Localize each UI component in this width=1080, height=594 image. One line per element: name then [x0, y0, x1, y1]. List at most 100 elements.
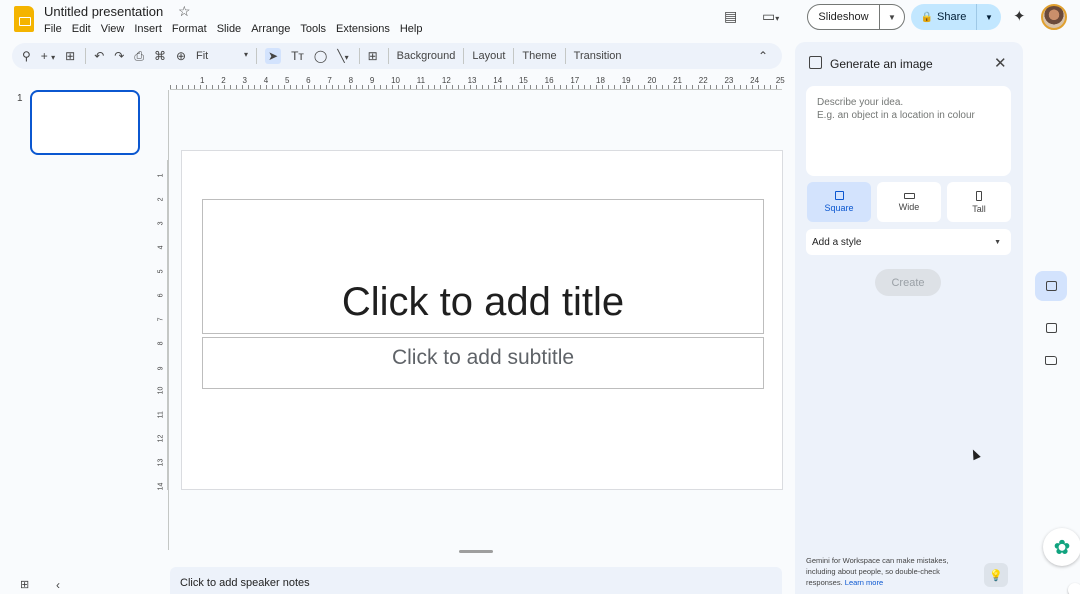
slideshow-button[interactable]: Slideshow ▼: [807, 4, 905, 30]
redo-icon[interactable]: ↷: [114, 49, 124, 63]
line-icon[interactable]: ╲▾: [337, 49, 348, 63]
menu-tools[interactable]: Tools: [300, 22, 326, 36]
ruler-number: 7: [157, 317, 165, 322]
menu-extensions[interactable]: Extensions: [336, 22, 390, 36]
panel-title: Generate an image: [830, 57, 933, 71]
toolbar-divider: [387, 48, 389, 64]
zoom-icon[interactable]: ⊕: [176, 49, 186, 63]
rail-image-search-button[interactable]: [1035, 313, 1067, 343]
theme-button[interactable]: Theme: [522, 50, 556, 62]
gemini-disclaimer: Gemini for Workspace can make mistakes, …: [806, 555, 976, 588]
subtitle-placeholder[interactable]: Click to add subtitle: [202, 337, 764, 389]
document-title[interactable]: Untitled presentation: [44, 4, 163, 19]
share-button[interactable]: 🔒 Share ▼: [911, 4, 1001, 30]
fab-minimize[interactable]: [1068, 583, 1080, 594]
create-button[interactable]: Create: [875, 269, 941, 296]
select-cursor-icon[interactable]: ➤: [265, 48, 282, 64]
speaker-notes[interactable]: Click to add speaker notes: [170, 567, 782, 594]
prompt-placeholder-line1: Describe your idea.: [817, 97, 904, 108]
menu-format[interactable]: Format: [172, 22, 207, 36]
meet-video-icon[interactable]: ▭▾: [762, 8, 779, 25]
menu-file[interactable]: File: [44, 22, 62, 36]
prompt-placeholder-line2: E.g. an object in a location in colour: [817, 110, 975, 121]
style-select[interactable]: Add a style ▼: [806, 229, 1011, 255]
subtitle-placeholder-text: Click to add subtitle: [391, 346, 575, 369]
grid-view-icon[interactable]: ⊞: [20, 578, 29, 591]
slideshow-dropdown-icon[interactable]: ▼: [880, 13, 904, 22]
chevron-down-icon: ▼: [994, 238, 1001, 246]
slide-canvas[interactable]: Click to add title Click to add subtitle: [181, 150, 783, 490]
ruler-number: 19: [621, 76, 631, 85]
collapse-toolbar-icon[interactable]: ⌃: [758, 49, 768, 63]
style-select-label: Add a style: [812, 236, 862, 248]
ruler-number: 1: [157, 173, 165, 178]
ruler-number: 11: [157, 410, 165, 419]
ruler-number: 8: [157, 341, 165, 346]
undo-icon[interactable]: ↶: [94, 49, 104, 63]
rail-generate-image-button[interactable]: [1035, 271, 1067, 301]
generate-image-icon: [809, 56, 822, 69]
chevron-left-icon[interactable]: ‹: [56, 578, 60, 592]
ruler-number: 24: [750, 76, 760, 85]
ruler-number: 4: [157, 245, 165, 250]
transition-button[interactable]: Transition: [574, 50, 622, 62]
share-label: Share: [937, 11, 967, 23]
zoom-select[interactable]: Fit ▾: [196, 50, 248, 62]
zoom-label: Fit: [196, 50, 209, 62]
ruler-number: 13: [157, 458, 165, 467]
ruler-number: 1: [200, 76, 205, 85]
title-placeholder[interactable]: Click to add title: [202, 199, 764, 334]
image-search-icon: [1045, 323, 1057, 333]
aspect-tall-button[interactable]: Tall: [947, 182, 1011, 222]
ruler-number: 18: [596, 76, 605, 85]
aspect-wide-button[interactable]: Wide: [877, 182, 941, 222]
tall-icon: [976, 190, 982, 201]
layout-button[interactable]: Layout: [472, 50, 505, 62]
ruler-number: 5: [157, 269, 165, 274]
image-prompt-input[interactable]: Describe your idea. E.g. an object in a …: [806, 86, 1011, 176]
background-button[interactable]: Background: [397, 50, 456, 62]
menu-edit[interactable]: Edit: [72, 22, 91, 36]
gemini-spark-icon[interactable]: ✦: [1013, 7, 1026, 25]
close-icon[interactable]: ✕: [994, 54, 1007, 72]
lightbulb-icon[interactable]: 💡: [984, 563, 1008, 587]
slideshow-label[interactable]: Slideshow: [808, 5, 880, 29]
share-main[interactable]: 🔒 Share: [911, 4, 977, 30]
toolbar-divider: [256, 48, 258, 64]
shape-icon[interactable]: ◯: [314, 49, 327, 63]
ruler-number: 3: [242, 76, 247, 85]
ruler-number: 12: [157, 434, 165, 443]
menu-slide[interactable]: Slide: [217, 22, 241, 36]
ai-assistant-icon[interactable]: ✿: [1043, 528, 1080, 566]
paint-format-icon[interactable]: ⌘: [154, 49, 166, 63]
menu-view[interactable]: View: [101, 22, 125, 36]
avatar[interactable]: [1041, 4, 1067, 30]
menu-help[interactable]: Help: [400, 22, 423, 36]
rail-drive-button[interactable]: [1035, 345, 1067, 375]
star-icon[interactable]: ☆: [178, 3, 191, 20]
aspect-square-button[interactable]: Square: [807, 182, 871, 222]
print-icon[interactable]: ⎙: [134, 49, 144, 64]
ruler-number: 16: [544, 76, 554, 85]
search-menus-icon[interactable]: ⚲: [22, 49, 31, 63]
share-dropdown-icon[interactable]: ▼: [977, 13, 1001, 22]
horizontal-ruler[interactable]: 1 2 3 4 5 6 7 8 9 10 11 12 13 14 15 16 17 18 19 20 21 22 23 24 2…: [170, 76, 785, 90]
menu-insert[interactable]: Insert: [134, 22, 162, 36]
comments-icon[interactable]: ▤: [724, 8, 737, 25]
new-slide-with-layout-icon[interactable]: ⊞: [65, 49, 75, 63]
ruler-number: 21: [673, 76, 682, 85]
notes-resize-handle[interactable]: [459, 550, 493, 553]
new-slide-icon[interactable]: + ▾: [41, 49, 55, 63]
slides-logo-icon[interactable]: [14, 6, 34, 32]
menu-arrange[interactable]: Arrange: [251, 22, 290, 36]
comment-add-icon[interactable]: ⊞: [368, 49, 378, 63]
learn-more-link[interactable]: Learn more: [845, 578, 883, 587]
ruler-number: 20: [647, 76, 657, 85]
ruler-number: 9: [157, 365, 165, 370]
ruler-numbers: 1 2 3 4 5 6 7 8 9 10 11 12 13 14 15 16 17 18 19 20 21 22 23 24 2…: [200, 76, 785, 85]
toolbar-divider: [85, 48, 87, 64]
ruler-number: 12: [441, 76, 451, 85]
vertical-ruler[interactable]: 1 2 3 4 5 6 7 8 9 10 11 12 13 14: [156, 160, 168, 490]
text-box-icon[interactable]: Tт: [291, 49, 304, 63]
slide-thumbnail[interactable]: [30, 90, 140, 155]
